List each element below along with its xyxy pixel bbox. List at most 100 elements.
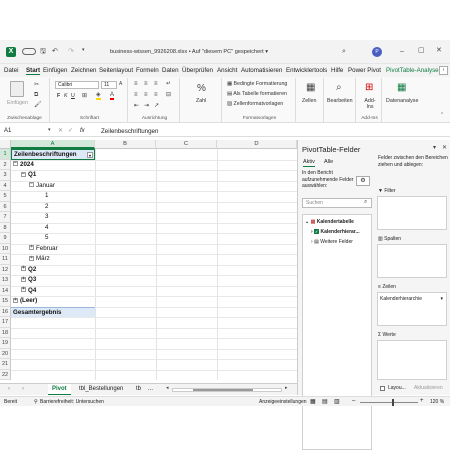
fill-color-icon[interactable]: ◈ [96,92,101,100]
font-name-dropdown[interactable]: Calibri [55,81,99,89]
accessibility-status[interactable]: Barrierefreiheit: Untersuchen [40,399,104,405]
data-analysis-button[interactable]: Datenanalyse [386,98,418,104]
filter-area[interactable] [377,196,447,230]
row-header[interactable]: 5 [0,191,11,202]
find-icon[interactable]: ⌕ [336,83,342,93]
pivot-row-label[interactable]: Gesamtergebnis [11,306,95,317]
update-button[interactable]: Aktualisieren [414,385,443,391]
collapse-ribbon-icon[interactable]: ⌃ [440,113,444,118]
row-header[interactable]: 16 [0,306,11,317]
data-analysis-icon[interactable]: ▦ [397,83,406,93]
merge-icon[interactable]: ⊟ [166,92,171,98]
pivot-row-label[interactable]: + Q2 [21,265,36,276]
column-header-c[interactable]: C [156,140,217,149]
row-header[interactable]: 18 [0,327,11,338]
values-area[interactable] [377,340,447,380]
pivot-row-label[interactable]: + Q4 [21,286,36,297]
pane-close-icon[interactable]: ✕ [442,145,447,151]
rows-area[interactable]: Kalenderhierarchie ▾ [377,292,447,326]
page-layout-view-icon[interactable]: ▤ [322,398,328,405]
save-icon[interactable]: 🖫 [40,48,46,55]
paste-button[interactable]: Einfügen [7,100,28,106]
percent-icon[interactable]: % [197,84,206,94]
row-header[interactable]: 9 [0,233,11,244]
pivot-row-label[interactable]: + Q3 [21,275,36,286]
number-button[interactable]: Zahl [196,98,206,104]
redo-icon[interactable]: ↷ [68,48,74,55]
pivot-row-label[interactable]: 1 [45,191,48,202]
expand-icon[interactable]: + [13,297,18,303]
collapse-icon[interactable]: − [29,182,34,188]
select-all-corner[interactable] [0,140,11,149]
addins-button[interactable]: Add-Ins [361,98,379,110]
layout-gear-icon[interactable]: ⚙ [356,176,370,186]
checkbox-checked[interactable]: ✓ [314,229,320,234]
pivot-row-label[interactable]: 4 [45,223,48,234]
name-box[interactable]: A1 [4,128,44,134]
defer-layout-checkbox[interactable] [380,386,385,391]
row-header[interactable]: 7 [0,212,11,223]
columns-area[interactable] [377,244,447,278]
display-settings-button[interactable]: Anzeigeeinstellungen [259,399,307,405]
tab-all[interactable]: Alle [324,159,333,165]
more-sheets[interactable]: ... [148,386,153,392]
fx-button[interactable]: fx [80,128,85,134]
rows-area-item[interactable]: Kalenderhierarchie ▾ [380,295,444,303]
cancel-formula-icon[interactable]: ✕ [58,128,63,134]
tab-data[interactable]: Daten [162,67,179,74]
sheet-tab-pivot[interactable]: Pivot [48,384,71,395]
zoom-level[interactable]: 120 % [430,399,444,405]
hscroll-left-icon[interactable]: ◂ [166,386,169,391]
align-top-icon[interactable]: ≡ [134,81,138,87]
cells-button[interactable]: Zellen [302,98,316,104]
formula-input[interactable]: Zeilenbeschriftungen [101,128,158,135]
grow-font-icon[interactable]: A [119,82,122,87]
hscroll-right-icon[interactable]: ▸ [285,386,288,391]
borders-icon[interactable]: ⊞ [82,93,87,99]
conditional-format-button[interactable]: ▦ Bedingte Formatierung [227,81,287,87]
minimize-icon[interactable]: – [400,48,404,55]
field-item-hierarchy[interactable]: › ✓ Kalenderhierar... [311,229,360,235]
pivot-row-label[interactable]: + März [29,254,50,265]
table-item[interactable]: ⌄ ▦ Kalendertabelle [305,219,354,225]
row-header[interactable]: 3 [0,170,11,181]
row-header[interactable]: 11 [0,254,11,265]
maximize-icon[interactable]: ▢ [418,47,425,54]
accessibility-icon[interactable]: ⚲ [34,399,38,405]
copy-icon[interactable]: ⧉ [34,92,38,98]
chevron-down-icon[interactable]: ▾ [265,49,268,55]
align-middle-icon[interactable]: ≡ [144,81,148,87]
pivot-row-label[interactable]: + Februar [29,244,58,255]
pivot-row-label[interactable]: − Q1 [21,170,36,181]
paste-icon[interactable] [10,81,24,97]
row-header[interactable]: 20 [0,348,11,359]
row-header[interactable]: 15 [0,296,11,307]
row-header[interactable]: 22 [0,369,11,380]
row-header[interactable]: 14 [0,285,11,296]
align-right-icon[interactable]: ≡ [154,92,158,98]
pivot-row-label[interactable]: 3 [45,212,48,223]
align-bottom-icon[interactable]: ≡ [154,81,158,87]
outdent-icon[interactable]: ⇥ [144,103,149,109]
cut-icon[interactable]: ✂ [34,82,39,88]
page-break-view-icon[interactable]: ▥ [334,398,340,405]
tab-page-layout[interactable]: Seitenlayout [99,67,133,74]
align-center-icon[interactable]: ≡ [144,92,148,98]
autosave-toggle[interactable] [22,48,36,55]
collapse-icon[interactable]: − [13,161,18,167]
pivot-row-label[interactable]: + (Leer) [13,296,37,307]
tab-home[interactable]: Start [26,67,41,75]
row-header[interactable]: 12 [0,264,11,275]
ribbon-scroll-right-icon[interactable]: › [439,66,448,75]
expand-icon[interactable]: + [21,276,26,282]
pane-options-icon[interactable]: ▾ [433,145,436,151]
addins-icon[interactable]: ⊞ [365,83,373,93]
format-painter-icon[interactable]: 🖌 [34,102,42,108]
normal-view-icon[interactable]: ▦ [310,398,316,405]
more-fields-item[interactable]: › ▤ Weitere Felder [311,239,353,245]
format-as-table-button[interactable]: ▤ Als Tabelle formatieren [227,91,287,97]
field-search-input[interactable]: Suchen [302,198,372,208]
filter-dropdown-icon[interactable]: ▾ [87,152,93,158]
zoom-slider[interactable] [360,399,418,406]
expand-icon[interactable]: + [29,245,34,251]
